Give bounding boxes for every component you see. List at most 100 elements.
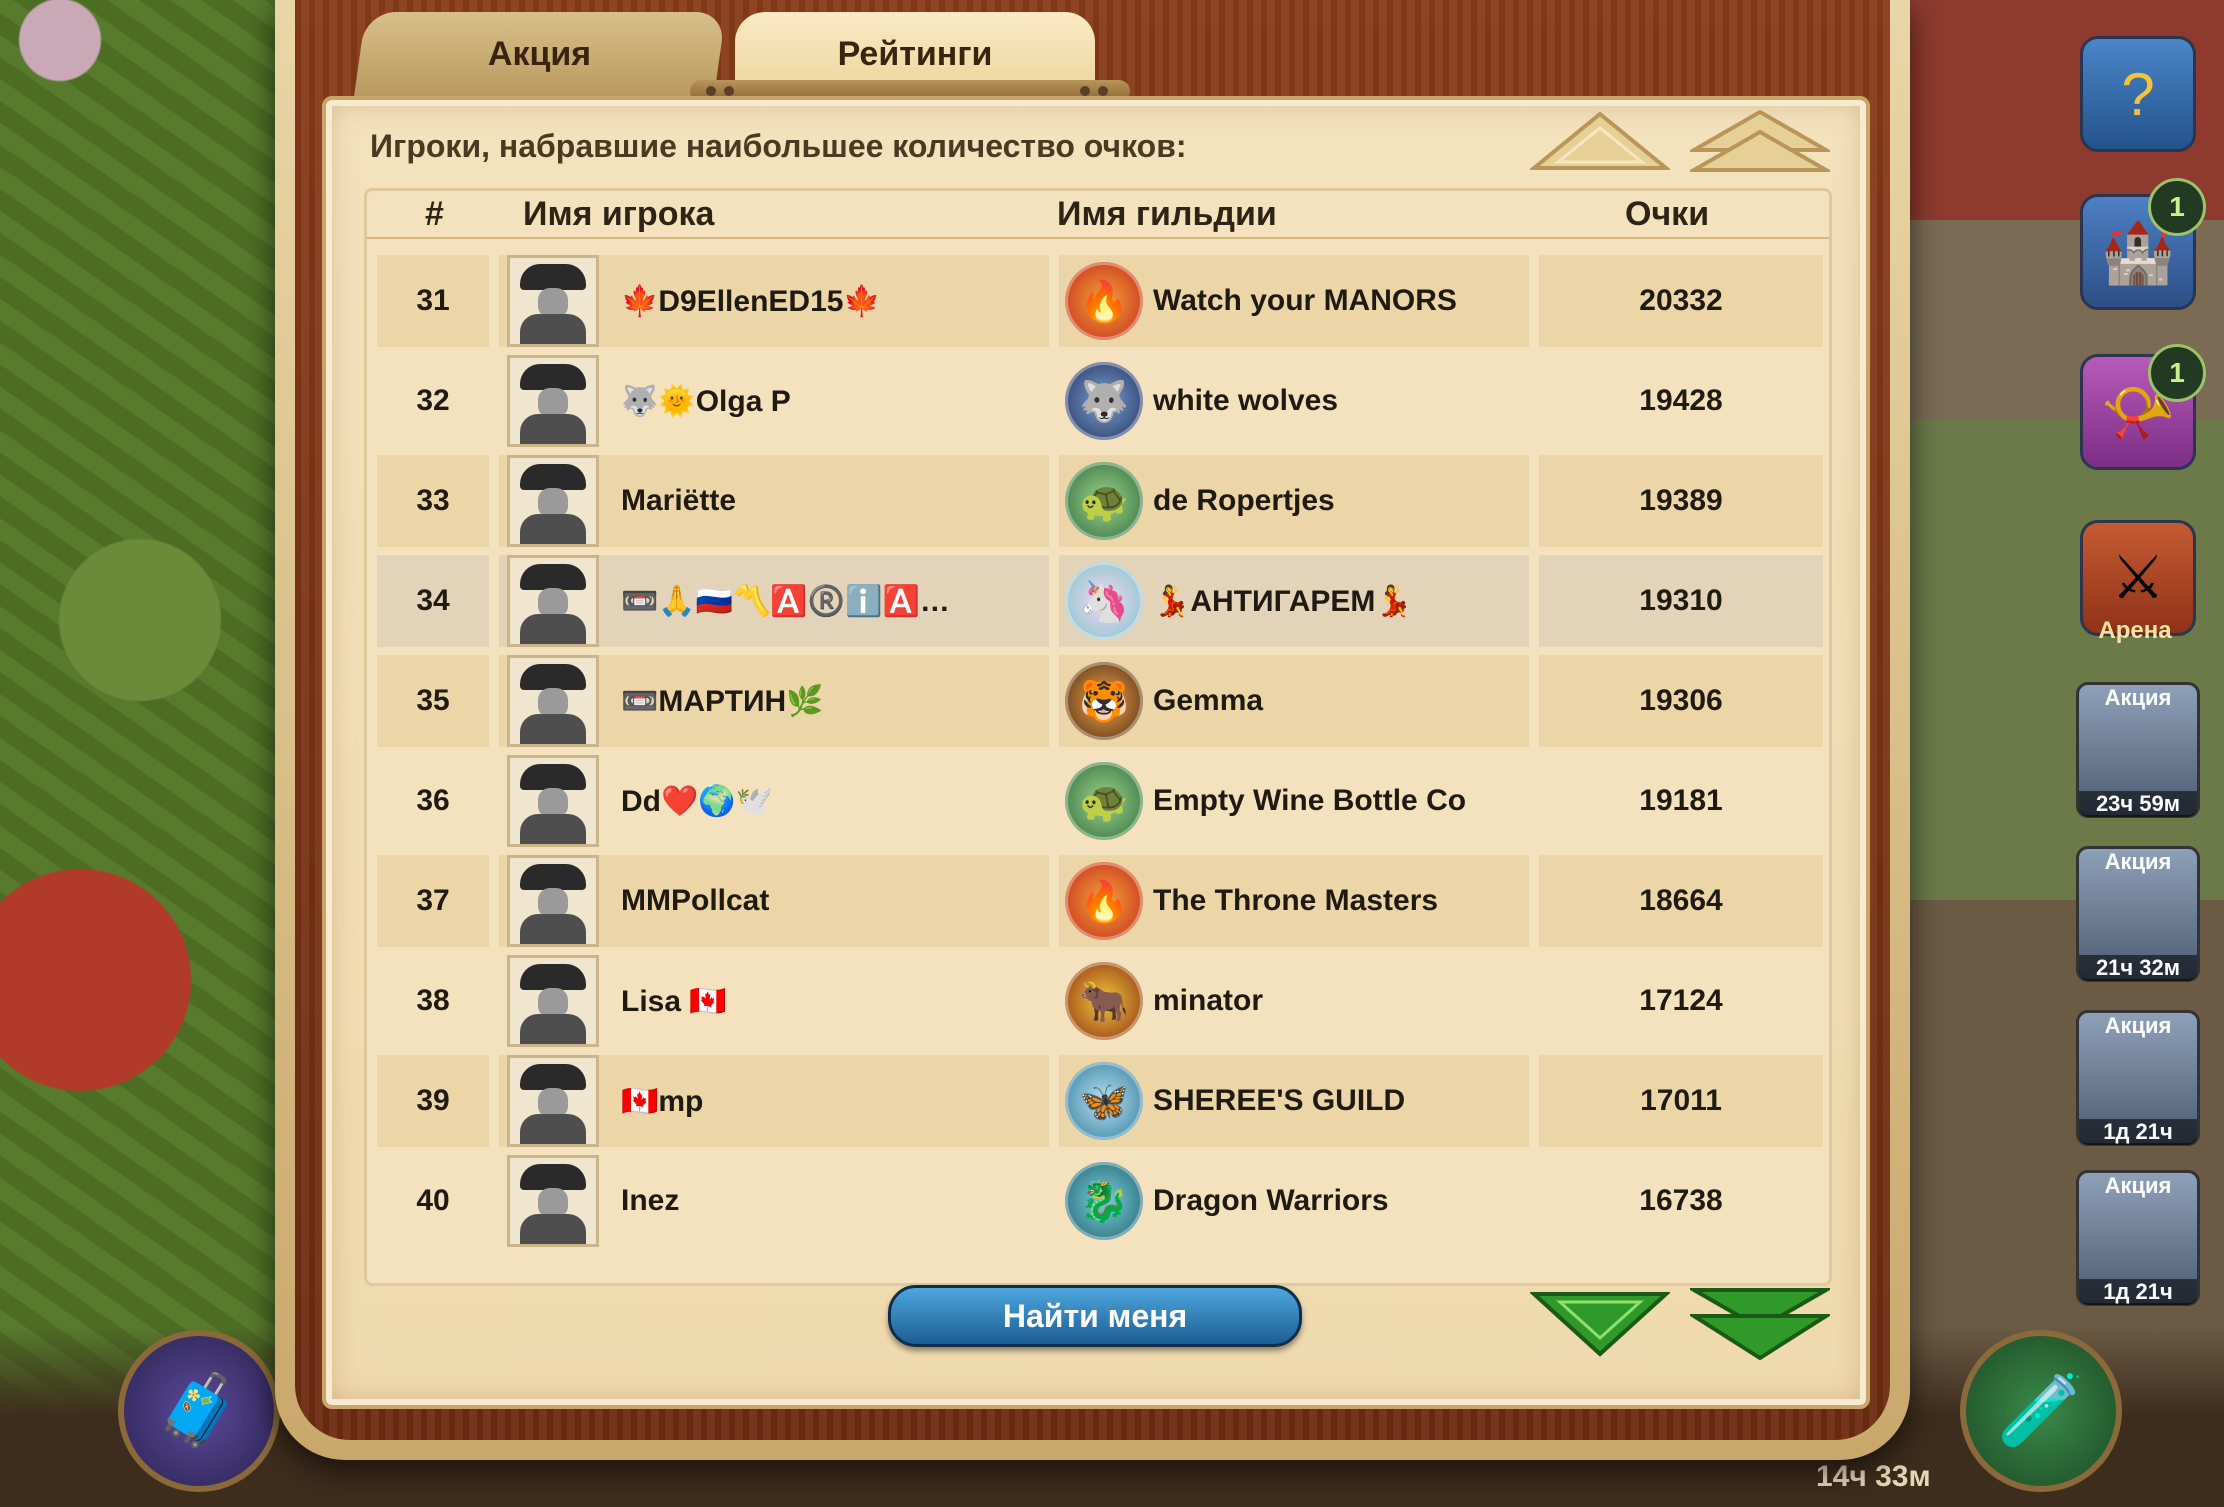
player-cell: Dd❤️🌍🕊️ [499,755,1049,847]
promo-card-2[interactable]: Акция 21ч 32м [2076,846,2200,982]
tower-badge: 1 [2148,178,2206,236]
points-cell: 19389 [1539,455,1823,547]
column-player: Имя игрока [523,195,715,233]
question-mark-icon: ? [2121,60,2155,128]
player-name: Mariëtte [621,484,737,517]
avatar[interactable] [507,755,599,847]
potion-button[interactable]: 🧪 [1960,1330,2122,1492]
table-row[interactable]: 33 Mariëtte 🐢 de Ropertjes 19389 [377,451,1823,551]
column-points: Очки [1625,195,1710,233]
phoenix-emblem-icon: 🔥 [1065,862,1143,940]
player-cell: MMPollcat [499,855,1049,947]
scroll-down-button[interactable] [1530,1288,1670,1360]
points-cell: 17011 [1539,1055,1823,1147]
phoenix-emblem-icon: 🔥 [1065,262,1143,340]
turtle-emblem-icon: 🐢 [1065,462,1143,540]
table-header: # Имя игрока Имя гильдии Очки [367,191,1829,239]
rank-cell: 35 [377,655,489,747]
potion-icon: 🧪 [1997,1371,2085,1449]
guild-name: Watch your MANORS [1153,284,1457,317]
points-cell: 16738 [1639,1184,1723,1217]
rank-cell: 34 [377,555,489,647]
player-name: Dd❤️🌍🕊️ [621,784,774,818]
avatar[interactable] [507,1155,599,1247]
guild-cell: 🔥 Watch your MANORS [1059,255,1529,347]
player-cell: 🍁D9EllenED15🍁 [499,255,1049,347]
player-cell: 🇨🇦mp [499,1055,1049,1147]
avatar[interactable] [507,355,599,447]
rank-cell: 38 [416,984,450,1017]
promo-card-4[interactable]: Акция 1д 21ч [2076,1170,2200,1306]
find-me-button[interactable]: Найти меня [888,1285,1302,1347]
game-background-left [0,0,300,1507]
rank-cell: 36 [416,784,450,817]
suitcase-icon: 🧳 [155,1371,243,1449]
ratings-table: # Имя игрока Имя гильдии Очки 31 🍁D9Ellen… [364,188,1832,1286]
guild-name: de Ropertjes [1153,484,1335,517]
scroll-bottom-button[interactable] [1690,1288,1830,1360]
table-row[interactable]: 35 📼МАРТИН🌿 🐯 Gemma 19306 [377,651,1823,751]
guild-name: The Throne Masters [1153,884,1439,917]
column-rank: # [425,195,444,233]
guild-name: 💃АНТИГАРЕМ💃 [1153,584,1413,618]
player-name: Lisa 🇨🇦 [621,984,727,1018]
player-cell: 📼МАРТИН🌿 [499,655,1049,747]
guild-cell: 🦋 SHEREE'S GUILD [1059,1055,1529,1147]
rank-cell: 37 [377,855,489,947]
points-cell: 20332 [1539,255,1823,347]
arrow-up-icon [1530,111,1670,170]
table-row[interactable]: 40 Inez 🐉 Dragon Warriors 16738 [377,1151,1823,1251]
player-cell: Lisa 🇨🇦 [499,955,1049,1047]
table-body: 31 🍁D9EllenED15🍁 🔥 Watch your MANORS 20332 32… [377,251,1823,1251]
turtle-emblem-icon: 🐢 [1065,762,1143,840]
points-cell: 19428 [1639,384,1723,417]
points-cell: 19306 [1539,655,1823,747]
promo-card-1[interactable]: Акция 23ч 59м [2076,682,2200,818]
rank-cell: 31 [377,255,489,347]
guild-cell: 🐉 Dragon Warriors [1059,1155,1529,1247]
table-row[interactable]: 31 🍁D9EllenED15🍁 🔥 Watch your MANORS 20332 [377,251,1823,351]
table-row[interactable]: 37 MMPollcat 🔥 The Throne Masters 18664 [377,851,1823,951]
unicorn-emblem-icon: 🦄 [1065,562,1143,640]
table-row[interactable]: 32 🐺🌞Olga P 🐺 white wolves 19428 [377,351,1823,451]
points-cell: 19310 [1539,555,1823,647]
guild-cell: 🐂 minator [1059,955,1529,1047]
avatar[interactable] [507,855,599,947]
scroll-up-button[interactable] [1530,110,1670,172]
help-button[interactable]: ? [2080,36,2196,152]
table-row[interactable]: 34 📼🙏🇷🇺〽️🅰️®️ℹ️🅰️… 🦄 💃АНТИГАРЕМ💃 19310 [377,551,1823,651]
player-name: Inez [621,1184,680,1217]
player-cell: Mariëtte [499,455,1049,547]
guild-cell: 🔥 The Throne Masters [1059,855,1529,947]
player-name: 📼🙏🇷🇺〽️🅰️®️ℹ️🅰️… [621,584,950,618]
wolf-emblem-icon: 🐺 [1065,362,1143,440]
tab-promo[interactable]: Акция [354,12,726,96]
bottom-timer: 14ч 33м [1816,1460,1931,1493]
avatar[interactable] [507,555,599,647]
avatar[interactable] [507,255,599,347]
table-row[interactable]: 39 🇨🇦mp 🦋 SHEREE'S GUILD 17011 [377,1051,1823,1151]
guild-name: Empty Wine Bottle Co [1153,784,1467,817]
scroll-top-button[interactable] [1690,110,1830,172]
promo-card-3[interactable]: Акция 1д 21ч [2076,1010,2200,1146]
avatar[interactable] [507,455,599,547]
table-row[interactable]: 36 Dd❤️🌍🕊️ 🐢 Empty Wine Bottle Co 19181 [377,751,1823,851]
player-cell: 🐺🌞Olga P [499,355,1049,447]
guild-cell: 🦄 💃АНТИГАРЕМ💃 [1059,555,1529,647]
avatar[interactable] [507,1055,599,1147]
guild-cell: 🐢 de Ropertjes [1059,455,1529,547]
avatar[interactable] [507,955,599,1047]
player-name: 🇨🇦mp [621,1084,704,1118]
guild-cell: 🐯 Gemma [1059,655,1529,747]
crossed-swords-icon: ⚔ [2111,544,2165,611]
points-cell: 19181 [1639,784,1723,817]
bull-emblem-icon: 🐂 [1065,962,1143,1040]
player-name: MMPollcat [621,884,770,917]
guild-cell: 🐢 Empty Wine Bottle Co [1059,755,1529,847]
avatar[interactable] [507,655,599,747]
inventory-bag-button[interactable]: 🧳 [118,1330,280,1492]
table-row[interactable]: 38 Lisa 🇨🇦 🐂 minator 17124 [377,951,1823,1051]
guild-cell: 🐺 white wolves [1059,355,1529,447]
rank-cell: 39 [377,1055,489,1147]
rivet [1098,86,1108,96]
